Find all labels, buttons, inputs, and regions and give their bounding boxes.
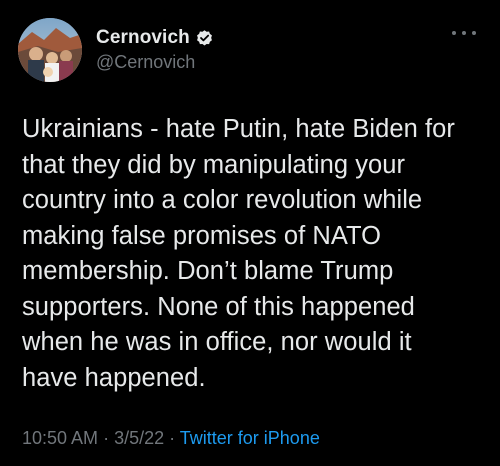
meta-separator: · [164, 428, 180, 448]
verified-badge-icon [195, 29, 214, 48]
display-name[interactable]: Cernovich [96, 27, 190, 49]
tweet-text-line: when he was in office, nor would it [22, 328, 412, 356]
tweet-text-line: membership. Don’t blame Trump [22, 257, 394, 285]
more-dots-icon[interactable] [452, 26, 476, 40]
tweet-text-line: Ukrainians - hate Putin, hate Biden for [22, 115, 455, 143]
tweet-card: Cernovich @Cernovich Ukrainians - hate P… [0, 0, 500, 466]
tweet-text-line: country into a color revolution while [22, 186, 423, 214]
tweet-text-line: have happened. [22, 363, 206, 392]
tweet-date[interactable]: 3/5/22 [114, 428, 164, 448]
avatar-photo-icon [18, 18, 82, 82]
tweet-text-line: that they did by manipulating your [22, 150, 406, 179]
tweet-text-line: making false promises of NATO [22, 221, 382, 250]
author-name-row[interactable]: Cernovich [96, 26, 214, 50]
tweet-text: Ukrainians - hate Putin, hate Biden for … [22, 112, 490, 396]
tweet-text-line: supporters. None of this happened [22, 292, 415, 321]
dot [462, 31, 466, 35]
author-handle[interactable]: @Cernovich [96, 52, 195, 73]
dot [452, 31, 456, 35]
tweet-meta: 10:50 AM · 3/5/22 · Twitter for iPhone [22, 428, 320, 449]
dot [472, 31, 476, 35]
meta-separator: · [98, 428, 115, 448]
tweet-source-link[interactable]: Twitter for iPhone [180, 428, 320, 448]
tweet-time[interactable]: 10:50 AM [22, 428, 98, 448]
avatar[interactable] [18, 18, 82, 82]
